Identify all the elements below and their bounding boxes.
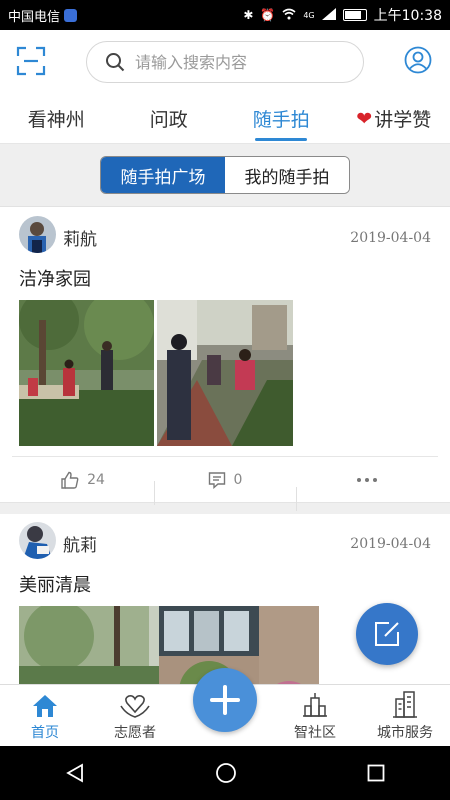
back-icon[interactable] <box>65 763 85 783</box>
post-photo[interactable] <box>19 606 319 684</box>
nav-label: 城市服务 <box>377 725 433 741</box>
search-box[interactable] <box>86 41 364 83</box>
nav-home[interactable]: 首页 <box>0 685 90 746</box>
add-icon <box>210 685 240 715</box>
post-title[interactable]: 洁净家园 <box>0 264 450 300</box>
author-name[interactable]: 莉航 <box>63 225 97 250</box>
post-actions: 24 0 <box>12 456 438 511</box>
app-screen: 中国电信 ✱ ⏰ 4G 上午10:38 请输入搜索内容 看神州 问政 随手拍 ❤… <box>0 0 450 800</box>
home-icon <box>33 695 57 717</box>
segment-bar: 随手拍广场 我的随手拍 <box>0 144 450 207</box>
carrier-info: 中国电信 <box>8 6 78 25</box>
nav-label: 首页 <box>31 725 59 741</box>
avatar[interactable] <box>19 522 56 559</box>
tab-jiangxuezan[interactable]: ❤ 讲学赞 <box>338 94 450 143</box>
nav-volunteer[interactable]: 志愿者 <box>90 685 180 746</box>
shield-icon <box>64 8 78 22</box>
more-icon <box>357 477 377 482</box>
post-date: 2019-04-04 <box>350 230 431 246</box>
like-button[interactable]: 24 <box>12 471 154 489</box>
profile-button[interactable] <box>404 46 432 74</box>
post-card[interactable]: 莉航 2019-04-04 洁净家园 24 0 <box>0 208 450 511</box>
tab-label: 问政 <box>149 109 188 131</box>
nav-community[interactable]: 智社区 <box>270 685 360 746</box>
status-icons: ✱ ⏰ 4G 上午10:38 <box>243 5 442 25</box>
add-post-button[interactable] <box>193 668 257 732</box>
compose-button[interactable] <box>356 603 418 665</box>
user-icon <box>404 46 432 74</box>
bluetooth-icon: ✱ <box>243 8 254 22</box>
network-type-label: 4G <box>303 10 315 20</box>
comment-button[interactable]: 0 <box>154 471 296 505</box>
search-icon <box>106 53 125 72</box>
post-title[interactable]: 美丽清晨 <box>0 570 450 606</box>
post-date: 2019-04-04 <box>350 536 431 552</box>
nav-label: 志愿者 <box>114 725 156 741</box>
battery-icon <box>342 9 367 21</box>
author-name[interactable]: 航莉 <box>63 531 97 556</box>
post-header: 莉航 2019-04-04 <box>0 208 450 264</box>
volunteer-heart-icon <box>120 695 150 718</box>
tab-suishoupai[interactable]: 随手拍 <box>225 94 338 143</box>
tab-label: 讲学赞 <box>374 109 432 131</box>
carrier-name: 中国电信 <box>8 9 61 25</box>
scan-button[interactable] <box>16 46 46 76</box>
nav-label: 智社区 <box>294 725 336 741</box>
clock: 上午10:38 <box>373 8 442 24</box>
post-photo[interactable] <box>157 300 293 446</box>
tab-label: 看神州 <box>27 109 85 131</box>
signal-icon <box>321 7 336 23</box>
search-input[interactable] <box>135 52 345 72</box>
segment-square[interactable]: 随手拍广场 <box>101 157 225 193</box>
edit-icon <box>375 622 399 646</box>
scan-icon <box>16 46 46 76</box>
heart-icon: ❤ <box>356 107 373 130</box>
tab-wenzheng[interactable]: 问政 <box>113 94 226 143</box>
app-header <box>0 30 450 94</box>
wifi-icon <box>282 8 296 23</box>
home-circle-icon[interactable] <box>215 762 237 784</box>
status-bar: 中国电信 ✱ ⏰ 4G 上午10:38 <box>0 0 450 30</box>
comment-icon <box>208 471 225 489</box>
system-navigation-bar <box>0 746 450 800</box>
more-button[interactable] <box>296 477 438 511</box>
tab-label: 随手拍 <box>252 109 310 131</box>
post-header: 航莉 2019-04-04 <box>0 514 450 570</box>
post-photo[interactable] <box>19 300 154 446</box>
comment-count: 0 <box>233 471 243 488</box>
city-buildings-icon <box>393 691 417 718</box>
segment-mine[interactable]: 我的随手拍 <box>225 157 349 193</box>
alarm-icon: ⏰ <box>260 8 276 22</box>
segmented-control: 随手拍广场 我的随手拍 <box>100 156 350 194</box>
avatar[interactable] <box>19 216 56 253</box>
like-count: 24 <box>87 471 105 488</box>
community-building-icon <box>303 693 327 717</box>
photo-grid <box>0 300 450 446</box>
thumbs-up-icon <box>61 471 79 489</box>
nav-city-services[interactable]: 城市服务 <box>360 685 450 746</box>
recents-icon[interactable] <box>367 764 385 782</box>
tab-kan-shenzhou[interactable]: 看神州 <box>0 94 113 143</box>
post-divider <box>0 502 450 514</box>
category-tabs: 看神州 问政 随手拍 ❤ 讲学赞 <box>0 94 450 144</box>
